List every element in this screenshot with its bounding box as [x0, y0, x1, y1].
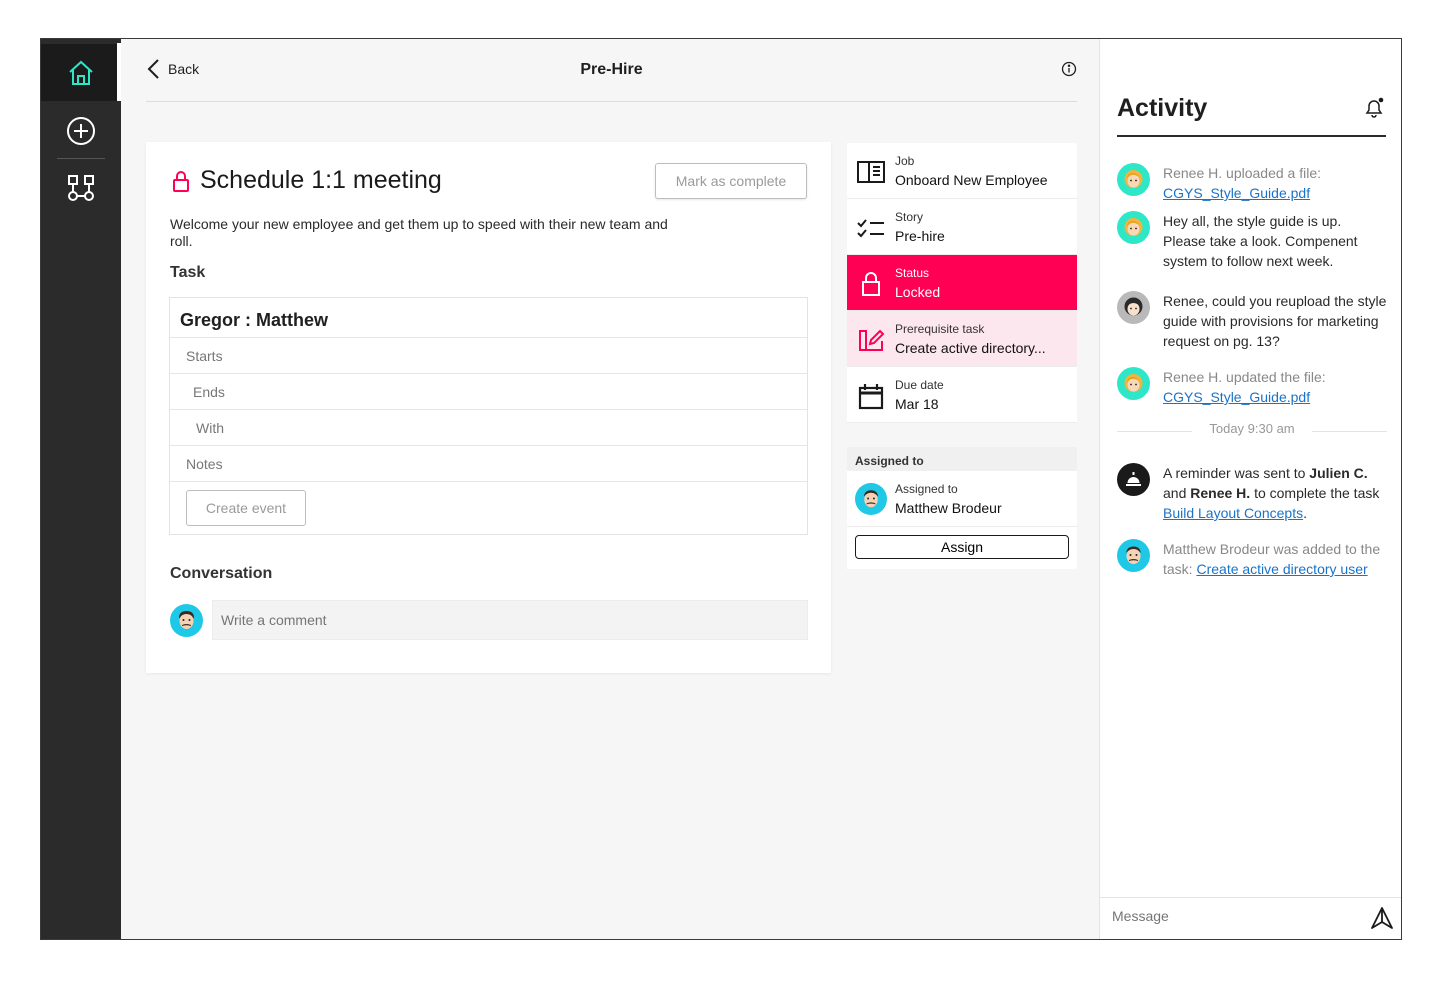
job-detail[interactable]: Job Onboard New Employee — [847, 143, 1077, 199]
activity-panel: Activity Renee H. uploaded a file: CGYS_… — [1099, 39, 1401, 939]
status-label: Status — [895, 266, 930, 280]
message-input[interactable] — [1112, 908, 1352, 924]
task-section-label: Task — [170, 264, 206, 281]
due-date-label: Due date — [895, 378, 944, 392]
assigned-heading: Assigned to — [847, 447, 1077, 471]
sidebar-item-home[interactable] — [41, 44, 121, 101]
lock-icon — [173, 170, 189, 192]
avatar — [855, 483, 887, 515]
task-card: Schedule 1:1 meeting Mark as complete We… — [146, 142, 831, 673]
plus-circle-icon — [67, 116, 95, 145]
conversation-label: Conversation — [170, 565, 273, 582]
date-separator: Today 9:30 am — [1117, 421, 1387, 441]
app-window: Back Pre-Hire Schedule 1:1 meeting Mark … — [40, 38, 1402, 940]
file-link[interactable]: CGYS_Style_Guide.pdf — [1163, 183, 1387, 203]
due-date-detail[interactable]: Due date Mar 18 — [847, 367, 1077, 423]
status-value: Locked — [895, 284, 941, 300]
lock-icon — [862, 272, 880, 296]
story-detail[interactable]: Story Pre-hire — [847, 199, 1077, 255]
activity-feed: Renee H. uploaded a file: CGYS_Style_Gui… — [1117, 163, 1387, 579]
send-icon[interactable] — [1371, 907, 1393, 929]
prerequisite-label: Prerequisite task — [895, 322, 985, 336]
reminder-bell-icon — [1117, 463, 1150, 496]
reminder-text-end: . — [1303, 505, 1307, 521]
message-bar — [1100, 897, 1401, 939]
task-title: Schedule 1:1 meeting — [200, 166, 442, 194]
calendar-icon — [858, 384, 884, 410]
sidebar — [41, 39, 121, 939]
home-icon — [69, 60, 93, 85]
task-link[interactable]: Build Layout Concepts — [1163, 505, 1303, 521]
workflow-icon — [68, 174, 94, 201]
activity-text: Renee H. uploaded a file: — [1163, 165, 1321, 181]
create-event-button[interactable]: Create event — [186, 490, 306, 526]
activity-entry: Renee H. updated the file: CGYS_Style_Gu… — [1117, 367, 1387, 407]
mark-complete-button[interactable]: Mark as complete — [655, 163, 807, 199]
due-date-value: Mar 18 — [895, 396, 939, 412]
avatar — [1117, 291, 1150, 324]
story-value: Pre-hire — [895, 228, 945, 244]
task-description: Welcome your new employee and get them u… — [170, 216, 668, 249]
book-icon — [857, 161, 885, 183]
assign-container: Assign — [847, 527, 1077, 569]
edit-icon — [859, 329, 885, 351]
sidebar-item-add[interactable] — [41, 102, 121, 159]
status-detail[interactable]: Status Locked — [847, 255, 1077, 311]
story-label: Story — [895, 210, 924, 224]
file-link[interactable]: CGYS_Style_Guide.pdf — [1163, 387, 1387, 407]
activity-entry: Renee H. uploaded a file: CGYS_Style_Gui… — [1117, 163, 1387, 203]
activity-entry: Hey all, the style guide is up. Please t… — [1117, 211, 1387, 271]
activity-entry: Matthew Brodeur was added to the task: C… — [1117, 539, 1387, 579]
task-title-row: Schedule 1:1 meeting — [172, 166, 442, 195]
sidebar-item-workflows[interactable] — [41, 159, 121, 216]
activity-title: Activity — [1117, 94, 1208, 122]
reminder-text-post: to complete the task — [1254, 485, 1380, 501]
notes-field[interactable]: Notes — [170, 446, 807, 482]
comment-input[interactable] — [212, 600, 808, 640]
assign-button[interactable]: Assign — [855, 535, 1069, 559]
info-icon[interactable] — [1061, 61, 1077, 77]
reminder-text-pre: A reminder was sent to — [1163, 465, 1306, 481]
starts-field[interactable]: Starts — [170, 338, 807, 374]
assignee-detail[interactable]: Assigned to Matthew Brodeur — [847, 471, 1077, 527]
page-title: Pre-Hire — [580, 61, 643, 78]
assignee-label: Assigned to — [895, 482, 958, 496]
activity-text: A reminder was sent to Julien C. and Ren… — [1163, 463, 1387, 523]
task-link[interactable]: Create active directory user — [1196, 561, 1367, 577]
reminder-name-2: Renee H. — [1190, 485, 1251, 501]
job-label: Job — [895, 154, 915, 168]
activity-text: Hey all, the style guide is up. Please t… — [1163, 213, 1358, 269]
reminder-name-1: Julien C. — [1309, 465, 1368, 481]
job-value: Onboard New Employee — [895, 172, 1048, 188]
avatar — [170, 604, 203, 637]
activity-entry: A reminder was sent to Julien C. and Ren… — [1117, 463, 1387, 523]
ends-field[interactable]: Ends — [170, 374, 807, 410]
activity-text: Renee, could you reupload the style guid… — [1163, 293, 1387, 349]
activity-entry: Renee, could you reupload the style guid… — [1117, 291, 1387, 351]
task-participants: Gregor : Matthew — [170, 298, 807, 338]
avatar — [1117, 163, 1150, 196]
activity-text: Matthew Brodeur was added to the task: C… — [1163, 539, 1387, 579]
prerequisite-detail[interactable]: Prerequisite task Create active director… — [847, 311, 1077, 367]
assignee-value: Matthew Brodeur — [895, 500, 1002, 516]
activity-text: Renee H. updated the file: — [1163, 369, 1326, 385]
bell-icon[interactable] — [1362, 95, 1386, 119]
avatar — [1117, 539, 1150, 572]
avatar — [1117, 211, 1150, 244]
task-details: Job Onboard New Employee Story Pre-hire … — [847, 143, 1077, 569]
with-field[interactable]: With — [170, 410, 807, 446]
prerequisite-value: Create active directory... — [895, 340, 1046, 356]
main-content: Back Pre-Hire Schedule 1:1 meeting Mark … — [121, 39, 1099, 939]
checklist-icon — [857, 219, 884, 238]
task-form: Gregor : Matthew Starts Ends With Notes … — [169, 297, 808, 535]
activity-underline — [1117, 135, 1386, 137]
reminder-text-mid: and — [1163, 485, 1187, 501]
avatar — [1117, 367, 1150, 400]
top-bar: Back Pre-Hire — [146, 39, 1077, 102]
